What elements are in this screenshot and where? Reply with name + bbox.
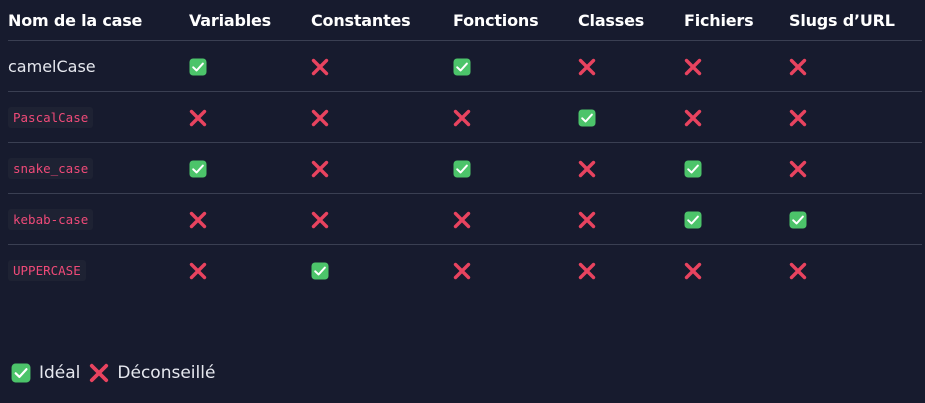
cross-icon	[578, 211, 596, 229]
cross-icon	[453, 262, 471, 280]
cell-variables	[189, 260, 311, 280]
cross-icon	[189, 211, 207, 229]
header-case-name: Nom de la case	[8, 10, 143, 30]
header-variables: Variables	[189, 10, 271, 30]
case-name: PascalCase	[8, 106, 94, 128]
cell-functions	[453, 107, 578, 127]
cross-icon	[684, 262, 702, 280]
cross-icon	[189, 109, 207, 127]
cell-classes	[578, 158, 684, 178]
cell-constants	[311, 56, 453, 76]
table-row: kebab-case	[8, 194, 922, 245]
table-body: camelCase PascalCase snake_case kebab-case U…	[8, 41, 922, 295]
header-functions: Fonctions	[453, 10, 539, 30]
cell-functions	[453, 209, 578, 229]
cross-icon	[578, 262, 596, 280]
cell-files	[684, 56, 789, 76]
case-name: kebab-case	[8, 208, 94, 230]
table-header-row: Nom de la case Variables Constantes Fonc…	[8, 0, 922, 41]
cell-classes	[578, 107, 684, 127]
table-row: camelCase	[8, 41, 922, 92]
cross-icon	[578, 160, 596, 178]
check-icon	[789, 211, 807, 229]
case-name-cell: snake_case	[8, 157, 189, 179]
cross-icon	[789, 160, 807, 178]
cell-files	[684, 107, 789, 127]
cross-icon	[311, 160, 329, 178]
cell-variables	[189, 158, 311, 178]
header-files: Fichiers	[684, 10, 754, 30]
table-row: PascalCase	[8, 92, 922, 143]
cell-functions	[453, 260, 578, 280]
check-icon	[11, 363, 31, 383]
cell-files	[684, 209, 789, 229]
cell-url-slugs	[789, 158, 902, 178]
legend-ideal-label: Idéal	[39, 363, 81, 383]
case-name: camelCase	[8, 56, 96, 76]
case-name-cell: UPPERCASE	[8, 259, 189, 281]
cell-url-slugs	[789, 56, 902, 76]
check-icon	[578, 109, 596, 127]
cross-icon	[453, 211, 471, 229]
legend-discouraged-label: Déconseillé	[117, 363, 216, 383]
check-icon	[311, 262, 329, 280]
cross-icon	[453, 109, 471, 127]
naming-convention-table: Nom de la case Variables Constantes Fonc…	[8, 0, 922, 295]
cell-classes	[578, 56, 684, 76]
header-constants: Constantes	[311, 10, 411, 30]
cell-url-slugs	[789, 260, 902, 280]
cell-variables	[189, 209, 311, 229]
cell-url-slugs	[789, 209, 902, 229]
case-name-cell: kebab-case	[8, 208, 189, 230]
cell-functions	[453, 158, 578, 178]
check-icon	[453, 160, 471, 178]
cross-icon	[89, 363, 109, 383]
cross-icon	[578, 58, 596, 76]
cell-classes	[578, 260, 684, 280]
table-row: UPPERCASE	[8, 245, 922, 295]
check-icon	[684, 160, 702, 178]
cell-url-slugs	[789, 107, 902, 127]
cell-files	[684, 260, 789, 280]
check-icon	[453, 58, 471, 76]
check-icon	[189, 58, 207, 76]
cell-files	[684, 158, 789, 178]
cross-icon	[789, 262, 807, 280]
cross-icon	[684, 109, 702, 127]
cross-icon	[311, 58, 329, 76]
cell-variables	[189, 56, 311, 76]
cell-constants	[311, 158, 453, 178]
cell-constants	[311, 209, 453, 229]
cross-icon	[311, 109, 329, 127]
check-icon	[684, 211, 702, 229]
case-name-cell: PascalCase	[8, 106, 189, 128]
table-row: snake_case	[8, 143, 922, 194]
cell-constants	[311, 260, 453, 280]
cell-variables	[189, 107, 311, 127]
case-name-cell: camelCase	[8, 57, 189, 76]
cross-icon	[311, 211, 329, 229]
cross-icon	[789, 58, 807, 76]
cell-functions	[453, 56, 578, 76]
case-name: snake_case	[8, 157, 94, 179]
cross-icon	[684, 58, 702, 76]
cross-icon	[189, 262, 207, 280]
cell-constants	[311, 107, 453, 127]
case-name: UPPERCASE	[8, 259, 86, 281]
cross-icon	[789, 109, 807, 127]
cell-classes	[578, 209, 684, 229]
header-classes: Classes	[578, 10, 645, 30]
header-url-slugs: Slugs d’URL	[789, 10, 895, 30]
legend: Idéal Déconseillé	[11, 363, 224, 383]
check-icon	[189, 160, 207, 178]
